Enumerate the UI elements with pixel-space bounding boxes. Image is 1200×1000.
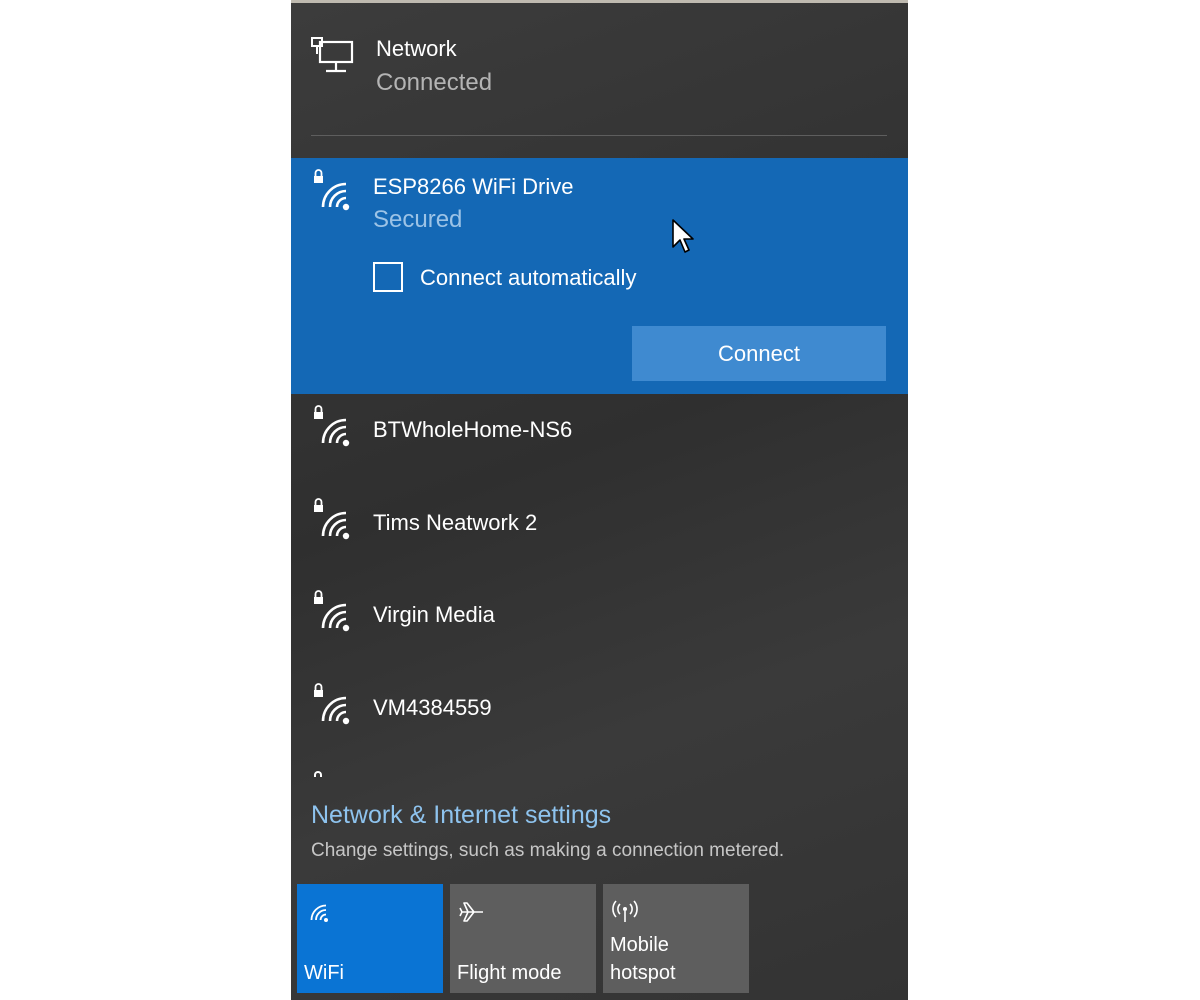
connect-automatically-label[interactable]: Connect automatically bbox=[420, 265, 636, 291]
wired-network-item[interactable]: Network Connected bbox=[291, 3, 908, 131]
settings-description: Change settings, such as making a connec… bbox=[311, 840, 785, 861]
wifi-network-name: BTWholeHome-NS6 bbox=[373, 417, 573, 442]
wifi-network-item[interactable]: Tims Neatwork 2 bbox=[291, 479, 908, 569]
secured-wifi-icon bbox=[314, 498, 350, 540]
wifi-icon bbox=[310, 904, 328, 922]
network-internet-settings-link[interactable]: Network & Internet settings bbox=[311, 801, 611, 830]
wifi-network-status: Secured bbox=[373, 206, 463, 233]
section-divider bbox=[311, 135, 887, 136]
secured-wifi-icon bbox=[314, 683, 350, 725]
partial-lock-icon bbox=[314, 771, 322, 777]
wired-network-icon bbox=[311, 37, 354, 73]
wifi-network-name: VM4384559 bbox=[373, 695, 492, 720]
hotspot-icon bbox=[612, 900, 638, 922]
secured-wifi-icon bbox=[314, 405, 350, 447]
wifi-network-item-selected[interactable]: ESP8266 WiFi Drive Secured Connect autom… bbox=[291, 158, 908, 394]
flight-mode-toggle-tile[interactable]: Flight mode bbox=[450, 884, 596, 993]
wired-network-name: Network bbox=[376, 36, 457, 61]
wifi-network-name: Virgin Media bbox=[373, 602, 495, 627]
mobile-hotspot-toggle-tile[interactable]: Mobile hotspot bbox=[603, 884, 749, 993]
wifi-network-item[interactable]: Virgin Media bbox=[291, 571, 908, 661]
mouse-pointer-icon bbox=[672, 219, 694, 253]
wifi-network-name: Tims Neatwork 2 bbox=[373, 510, 538, 535]
secured-wifi-icon bbox=[314, 590, 350, 632]
secured-wifi-icon bbox=[314, 169, 350, 211]
network-flyout: Network Connected ESP8266 WiFi Drive Sec… bbox=[291, 3, 908, 1000]
wifi-network-item[interactable]: BTWholeHome-NS6 bbox=[291, 386, 908, 476]
airplane-icon bbox=[459, 902, 483, 922]
wifi-network-item[interactable]: VM4384559 bbox=[291, 664, 908, 754]
tile-label: WiFi bbox=[304, 962, 344, 984]
tile-label: Mobile hotspot bbox=[610, 934, 676, 984]
connect-automatically-checkbox[interactable] bbox=[373, 262, 403, 292]
wifi-toggle-tile[interactable]: WiFi bbox=[297, 884, 443, 993]
connect-button[interactable]: Connect bbox=[632, 326, 886, 381]
tile-label: Flight mode bbox=[457, 962, 562, 984]
wired-network-status: Connected bbox=[376, 69, 493, 96]
wifi-network-name: ESP8266 WiFi Drive bbox=[373, 174, 574, 199]
